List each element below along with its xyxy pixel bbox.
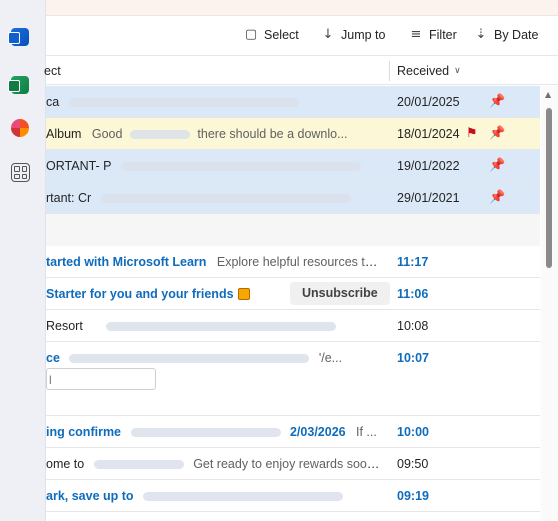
message-subject: ce '/e... [46, 351, 343, 365]
select-button[interactable]: ▢ Select [244, 27, 299, 42]
redacted-text [68, 98, 299, 108]
pin-icon[interactable]: 📌 [489, 158, 505, 173]
sort-icon: ⇣ [475, 27, 487, 42]
redacted-text [93, 460, 184, 470]
redacted-text [129, 130, 190, 140]
message-row[interactable]: ing confirme 2/03/2026 If ... 10:00 [46, 416, 540, 448]
pinned-message-row[interactable]: ORTANT- P 19/01/2022 📌 [46, 150, 540, 182]
message-time: 10:00 [397, 425, 429, 439]
message-date: 29/01/2021 [397, 191, 460, 205]
message-subject: rtant: Cr [46, 191, 381, 205]
jump-to-button[interactable]: ↓ Jump to [321, 27, 386, 42]
redacted-text [130, 428, 281, 438]
message-row[interactable]: ome to Get ready to enjoy rewards soon..… [46, 448, 540, 480]
app-rail [0, 0, 46, 521]
message-subject: ca [46, 95, 381, 109]
excel-icon[interactable] [8, 76, 29, 94]
redacted-text [100, 194, 351, 204]
pinned-message-row[interactable]: rtant: Cr 29/01/2021 📌 [46, 182, 540, 214]
down-arrow-icon: ↓ [322, 27, 334, 42]
redacted-text [69, 354, 310, 364]
jump-to-label: Jump to [341, 27, 386, 42]
office-icon[interactable] [11, 119, 29, 137]
message-subject: ark, save up to [46, 489, 381, 503]
subject-column-header[interactable]: ect [44, 64, 61, 78]
sort-label: By Date [494, 27, 539, 42]
vertical-scrollbar[interactable]: ▲ [541, 86, 558, 521]
message-date: 18/01/2024 [397, 127, 460, 141]
message-row[interactable]: Starter for you and your friends Unsubsc… [46, 278, 540, 310]
sort-by-date-button[interactable]: ⇣ By Date [474, 27, 539, 42]
column-divider[interactable] [389, 61, 390, 81]
received-label: Received [397, 64, 450, 78]
message-time: 11:17 [397, 255, 429, 269]
inline-input[interactable]: l [46, 368, 156, 390]
message-subject: tarted with Microsoft Learn Explore help… [46, 255, 381, 269]
redacted-text [143, 492, 344, 502]
message-subject: ome to Get ready to enjoy rewards soon..… [46, 457, 381, 471]
apps-icon[interactable] [11, 163, 30, 182]
filter-icon: ≡ [410, 27, 422, 42]
pin-icon[interactable]: 📌 [489, 190, 505, 205]
filter-label: Filter [429, 27, 457, 42]
message-time: 11:06 [397, 287, 429, 301]
message-list-toolbar: ▢ Select ↓ Jump to ≡ Filter ⇣ By Date [46, 16, 558, 56]
pinned-message-row[interactable]: ca 20/01/2025 📌 [46, 86, 540, 118]
message-subject: Album Good there should be a downlo... [46, 127, 348, 141]
received-column-header[interactable]: Received ∨ [397, 64, 461, 78]
message-subject: ORTANT- P [46, 159, 381, 173]
chevron-down-icon: ∨ [454, 66, 461, 76]
flag-icon[interactable]: ⚑ [466, 126, 478, 141]
scroll-thumb[interactable] [546, 108, 552, 268]
section-gap [46, 214, 540, 246]
redacted-text [120, 162, 361, 172]
redacted-text [106, 322, 337, 332]
message-time: 09:19 [397, 489, 429, 503]
message-time: 09:50 [397, 457, 429, 471]
message-row[interactable]: ark, save up to 09:19 [46, 480, 540, 512]
message-date: 20/01/2025 [397, 95, 460, 109]
top-strip [46, 0, 558, 16]
message-subject: Resort [46, 319, 381, 333]
column-header: ect Received ∨ [44, 57, 558, 85]
scroll-up-icon[interactable]: ▲ [545, 90, 551, 99]
outlook-icon[interactable] [8, 28, 29, 46]
filter-button[interactable]: ≡ Filter [409, 27, 457, 42]
message-row[interactable]: tarted with Microsoft Learn Explore help… [46, 246, 540, 278]
message-row[interactable]: Resort 10:08 [46, 310, 540, 342]
message-subject: ing confirme 2/03/2026 If ... [46, 425, 377, 439]
select-label: Select [264, 27, 299, 42]
select-icon: ▢ [244, 27, 258, 42]
pinned-message-row[interactable]: Album Good there should be a downlo... 1… [46, 118, 540, 150]
gift-icon [237, 288, 250, 300]
message-time: 10:08 [397, 319, 429, 333]
message-time: 10:07 [397, 351, 429, 365]
message-row[interactable]: ce '/e... 10:07 l [46, 342, 540, 416]
unsubscribe-button[interactable]: Unsubscribe [290, 282, 390, 305]
pin-icon[interactable]: 📌 [489, 94, 505, 109]
message-date: 19/01/2022 [397, 159, 460, 173]
pin-icon[interactable]: 📌 [489, 126, 505, 141]
